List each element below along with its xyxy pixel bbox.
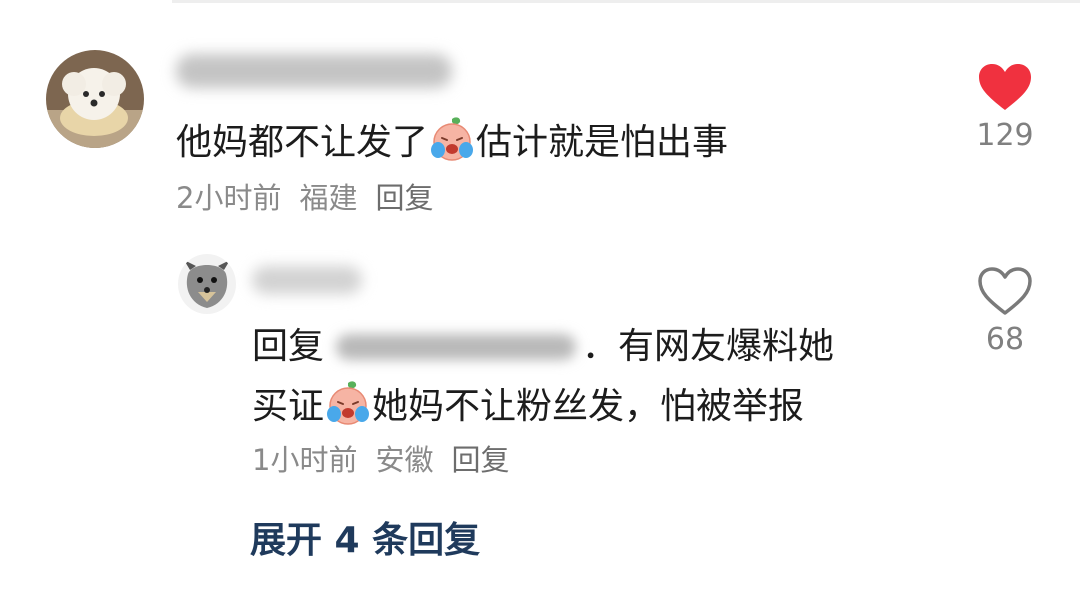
reply-like-count: 68 [985,322,1025,357]
reply-like-button[interactable]: 68 [965,266,1045,360]
comment-time: 2小时前 [176,181,282,215]
reply-reply-button[interactable]: 回复 [451,443,509,477]
mentioned-user-blurred[interactable] [336,334,577,360]
reply-location: 安徽 [375,443,434,477]
replier-name-blurred[interactable] [252,266,362,294]
commenter-avatar[interactable] [46,50,144,148]
comment-text: 他妈都不让发了 估计就是怕出事 [176,116,728,168]
replier-avatar[interactable] [178,254,236,314]
reply-text-part3: 她妈不让粉丝发，怕被举报 [372,386,805,427]
divider [172,0,1080,3]
reply-time: 1小时前 [252,443,358,477]
reply-text-part1: ．有网友爆料她 [582,326,835,367]
commenter-name-blurred[interactable] [176,54,452,88]
comment-text-part1: 他妈都不让发了 [176,122,429,163]
comment-text-part2: 估计就是怕出事 [476,122,729,163]
comment-meta: 2小时前 福建 回复 [176,178,451,218]
crying-emoji-icon [431,117,474,161]
comment-like-button[interactable]: 129 [965,62,1045,156]
comment-location: 福建 [299,181,358,215]
crying-emoji-icon [327,381,370,425]
comment-like-count: 129 [976,118,1034,153]
reply-text-line1: 回复 ．有网友爆料她 [252,322,834,372]
heart-filled-icon [979,64,1031,110]
heart-outline-icon [978,267,1032,315]
comment-reply-button[interactable]: 回复 [375,181,433,215]
reply-text-part2: 买证 [252,386,325,427]
reply-prefix: 回复 [252,326,325,367]
reply-text-line2: 买证 她妈不让粉丝发，怕被举报 [252,380,804,432]
reply-meta: 1小时前 安徽 回复 [252,440,527,480]
expand-replies-link[interactable]: 展开 4 条回复 [250,516,480,566]
